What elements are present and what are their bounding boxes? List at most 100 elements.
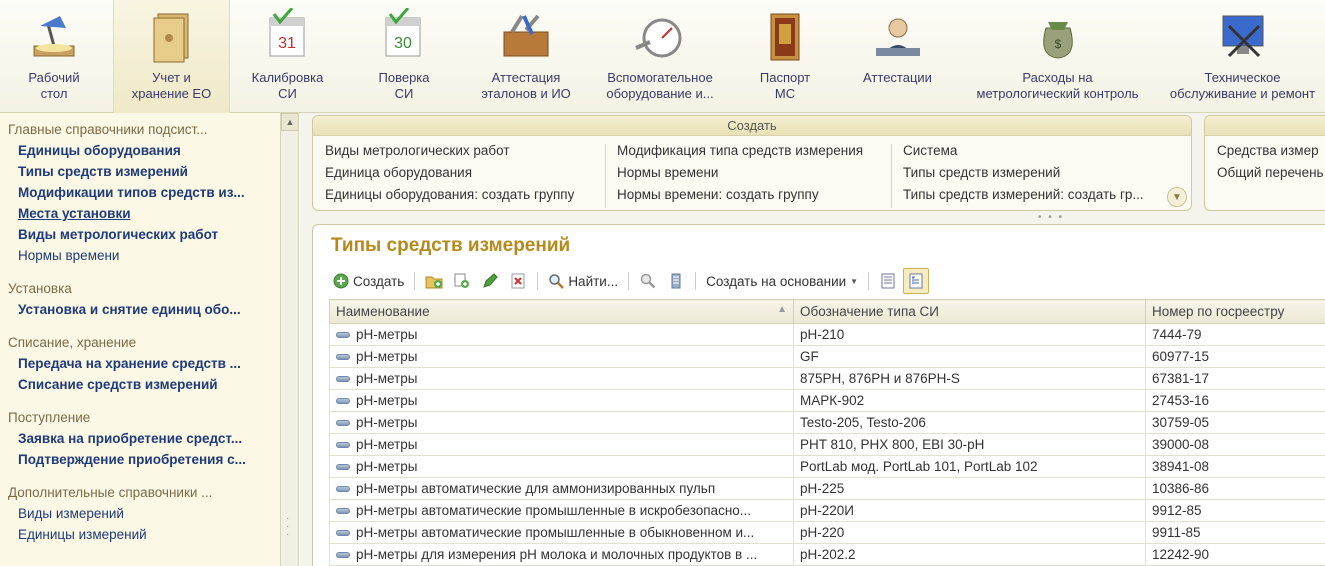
- splitter-handle[interactable]: · · ·: [286, 514, 289, 540]
- toolbar-item[interactable]: Вспомогательное оборудование и...: [590, 0, 730, 113]
- table-row[interactable]: pH-метры PHT 810, PHX 800, EBI 30-pH 39000…: [329, 433, 1325, 456]
- sidebar-item[interactable]: Нормы времени: [0, 245, 280, 266]
- create-link[interactable]: Виды метрологических работ: [325, 140, 574, 162]
- table-row[interactable]: pH-метры автоматические для аммонизирова…: [329, 477, 1325, 500]
- cell-name-text: pH-метры автоматические промышленные в и…: [356, 503, 752, 518]
- element-icon: [336, 376, 350, 382]
- toolbar-item[interactable]: Учет и хранение ЕО: [113, 0, 230, 113]
- cell-registry: 27453-16: [1145, 389, 1325, 412]
- sidebar-item[interactable]: Модификации типов средств из...: [0, 182, 280, 203]
- table-row[interactable]: pH-метры автоматические промышленные в о…: [329, 521, 1325, 544]
- cell-name: pH-метры: [329, 455, 794, 478]
- cell-type: pH-225: [793, 477, 1146, 500]
- sidebar-scrollbar[interactable]: ▲: [281, 113, 299, 566]
- gauge-icon: [635, 18, 682, 58]
- element-icon: [336, 442, 350, 448]
- table-row[interactable]: pH-метры Testo-205, Testo-206 30759-05: [329, 411, 1325, 434]
- toolbar-item[interactable]: 30 Поверка СИ: [345, 0, 463, 113]
- table-row[interactable]: pH-метры МАРК-902 27453-16: [329, 389, 1325, 412]
- column-header-name[interactable]: Наименование ▲: [329, 299, 794, 324]
- list-settings-button[interactable]: [663, 268, 689, 294]
- create-link[interactable]: Система: [903, 140, 1144, 162]
- create-link[interactable]: Нормы времени: [617, 162, 863, 184]
- cell-name: pH-метры: [329, 389, 794, 412]
- element-icon: [336, 552, 350, 558]
- toolbar-item[interactable]: Аттестации: [840, 0, 955, 113]
- reports-column: Средства измер Общий перечень: [1217, 140, 1324, 184]
- report-link[interactable]: Общий перечень: [1217, 162, 1324, 184]
- sidebar-item[interactable]: Виды метрологических работ: [0, 224, 280, 245]
- table-row[interactable]: pH-метры автоматические промышленные в и…: [329, 499, 1325, 522]
- copy-button[interactable]: [449, 268, 475, 294]
- toolbar-item[interactable]: $ Расходы на метрологический контроль: [955, 0, 1160, 113]
- sidebar-item[interactable]: Единицы оборудования: [0, 140, 280, 161]
- monitor-tools-icon: [1222, 15, 1263, 58]
- sidebar-navigation: Главные справочники подсист... Единицы об…: [0, 113, 281, 566]
- sidebar-item[interactable]: Места установки: [0, 203, 280, 224]
- report-link[interactable]: Средства измер: [1217, 140, 1324, 162]
- table-row[interactable]: pH-метры pH-210 7444-79: [329, 323, 1325, 346]
- sidebar-item[interactable]: Передача на хранение средств ...: [0, 353, 280, 374]
- toolbar-item[interactable]: Рабочий стол: [0, 0, 108, 113]
- svg-text:$: $: [1054, 37, 1061, 51]
- sidebar-item[interactable]: Установка и снятие единиц обо...: [0, 299, 280, 320]
- create-link[interactable]: Типы средств измерений: создать гр...: [903, 184, 1144, 206]
- cell-name: pH-метры автоматические промышленные в о…: [329, 521, 794, 544]
- cell-name-text: pH-метры: [356, 437, 418, 452]
- delete-button[interactable]: [505, 268, 531, 294]
- separator: [695, 272, 697, 290]
- create-link[interactable]: Единицы оборудования: создать группу: [325, 184, 574, 206]
- element-icon: [336, 354, 350, 360]
- report-button[interactable]: [875, 268, 901, 294]
- create-folder-button[interactable]: [421, 268, 447, 294]
- sidebar-item[interactable]: Единицы измерений: [0, 524, 280, 545]
- hierarchy-view-button[interactable]: [903, 268, 930, 294]
- scroll-up-icon[interactable]: ▲: [281, 113, 299, 131]
- cell-type: GF: [793, 345, 1146, 368]
- column-header-registry[interactable]: Номер по госреестру: [1145, 299, 1325, 324]
- table-row[interactable]: pH-метры PortLab мод. PortLab 101, PortLa…: [329, 455, 1325, 478]
- cell-registry: 38941-08: [1145, 455, 1325, 478]
- create-panel: Создать Виды метрологических работ Едини…: [312, 115, 1192, 211]
- element-icon: [336, 464, 350, 470]
- create-column-1: Виды метрологических работ Единица обору…: [325, 140, 574, 206]
- divider: [605, 144, 606, 208]
- create-based-on-button[interactable]: Создать на основании ▼: [702, 268, 862, 294]
- sidebar-item[interactable]: Типы средств измерений: [0, 161, 280, 182]
- cell-registry: 9911-85: [1145, 521, 1325, 544]
- copy-add-icon: [454, 273, 470, 288]
- element-icon: [336, 530, 350, 536]
- toolbar-item[interactable]: Паспорт МС: [730, 0, 840, 113]
- sidebar-item[interactable]: Списание средств измерений: [0, 374, 280, 395]
- toolbar-item-label: эталонов и ИО: [481, 86, 571, 101]
- cell-name: pH-метры автоматические промышленные в и…: [329, 499, 794, 522]
- panel-resize-handle[interactable]: • • •: [1038, 212, 1064, 223]
- table-row[interactable]: pH-метры 875PH, 876PH и 876PH-S 67381-17: [329, 367, 1325, 390]
- create-column-3: Система Типы средств измерений Типы сред…: [903, 140, 1144, 206]
- cell-name: pH-метры: [329, 411, 794, 434]
- cell-type: pH-210: [793, 323, 1146, 346]
- cell-type: Testo-205, Testo-206: [793, 411, 1146, 434]
- toolbar-item[interactable]: 31 Калибровка СИ: [230, 0, 345, 113]
- create-link[interactable]: Модификация типа средств измерения: [617, 140, 863, 162]
- edit-button[interactable]: [477, 268, 503, 294]
- find-button[interactable]: Найти...: [544, 268, 622, 294]
- cell-registry: 30759-05: [1145, 411, 1325, 434]
- toolbar-item[interactable]: Техническое обслуживание и ремонт: [1160, 0, 1325, 113]
- cancel-search-button[interactable]: [635, 268, 661, 294]
- table-row[interactable]: pH-метры GF 60977-15: [329, 345, 1325, 368]
- sidebar-item[interactable]: Подтверждение приобретения с...: [0, 449, 280, 470]
- delete-mark-icon: [511, 273, 525, 289]
- sidebar-item[interactable]: Заявка на приобретение средст...: [0, 428, 280, 449]
- table-row[interactable]: pH-метры для измерения pH молока и молоч…: [329, 543, 1325, 566]
- create-column-2: Модификация типа средств измерения Нормы…: [617, 140, 863, 206]
- column-header-type[interactable]: Обозначение типа СИ: [793, 299, 1146, 324]
- create-link[interactable]: Единица оборудования: [325, 162, 574, 184]
- sidebar-item[interactable]: Виды измерений: [0, 503, 280, 524]
- create-link[interactable]: Типы средств измерений: [903, 162, 1144, 184]
- create-link[interactable]: Нормы времени: создать группу: [617, 184, 863, 206]
- create-button[interactable]: Создать: [329, 268, 408, 294]
- expand-chevron-icon[interactable]: ▼: [1167, 187, 1187, 207]
- toolbar-item[interactable]: Аттестация эталонов и ИО: [462, 0, 590, 113]
- toolbar-item-label: Техническое: [1204, 70, 1281, 85]
